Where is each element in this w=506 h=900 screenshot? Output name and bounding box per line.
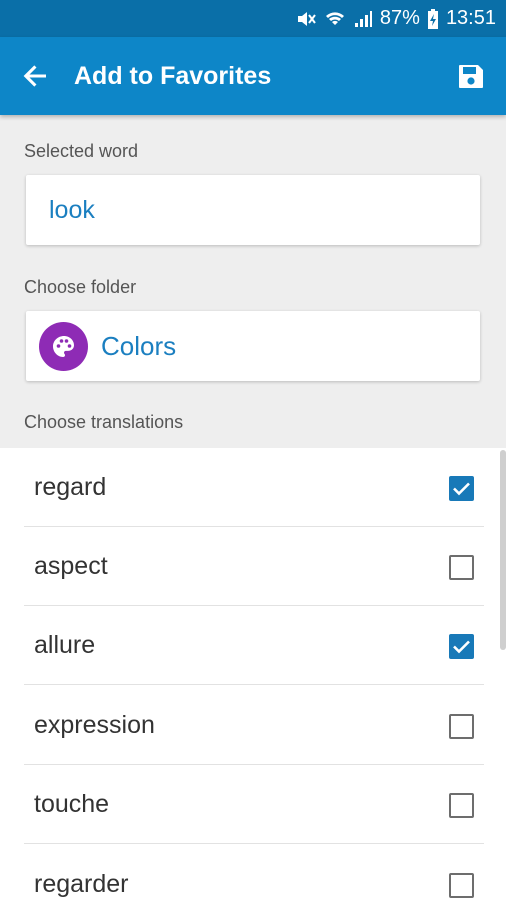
checkbox-unchecked[interactable] — [449, 555, 474, 580]
status-bar: 87% 13:51 — [0, 0, 506, 37]
arrow-back-icon[interactable] — [20, 61, 50, 91]
translations-list: regard aspect allure expression touche r… — [0, 448, 506, 900]
choose-folder-label: Choose folder — [24, 277, 137, 297]
translation-row[interactable]: allure — [0, 606, 506, 685]
translation-text: allure — [34, 631, 96, 659]
translation-text: touche — [34, 790, 110, 818]
battery-text: 87% — [379, 7, 420, 29]
signal-icon — [353, 9, 373, 29]
translation-text: regard — [34, 473, 107, 501]
translation-text: aspect — [34, 552, 108, 580]
translation-row[interactable]: regard — [0, 448, 506, 527]
translation-row[interactable]: aspect — [0, 527, 506, 606]
translation-row[interactable]: touche — [0, 765, 506, 844]
app-bar: Add to Favorites — [0, 37, 506, 115]
save-icon[interactable] — [456, 61, 486, 91]
checkbox-checked[interactable] — [449, 476, 474, 501]
divider — [24, 843, 484, 844]
page-title: Add to Favorites — [74, 62, 272, 90]
scrollbar[interactable] — [500, 450, 506, 650]
selected-word-value: look — [49, 196, 95, 224]
translation-text: expression — [34, 711, 155, 739]
selected-word-label: Selected word — [24, 141, 139, 161]
palette-icon — [39, 322, 88, 371]
checkbox-checked[interactable] — [449, 634, 474, 659]
selected-word-field[interactable]: look — [26, 175, 480, 245]
battery-charging-icon — [427, 8, 439, 30]
choose-translations-label: Choose translations — [24, 412, 184, 432]
folder-name: Colors — [101, 331, 177, 361]
clock: 13:51 — [445, 7, 496, 29]
folder-selector[interactable]: Colors — [26, 311, 480, 381]
translation-text: regarder — [34, 870, 129, 898]
translation-row[interactable]: expression — [0, 686, 506, 765]
divider — [24, 684, 484, 685]
mute-icon — [295, 9, 317, 29]
checkbox-unchecked[interactable] — [449, 793, 474, 818]
checkbox-unchecked[interactable] — [449, 873, 474, 898]
checkbox-unchecked[interactable] — [449, 714, 474, 739]
wifi-icon — [324, 9, 346, 29]
translation-row[interactable]: regarder — [0, 845, 506, 900]
